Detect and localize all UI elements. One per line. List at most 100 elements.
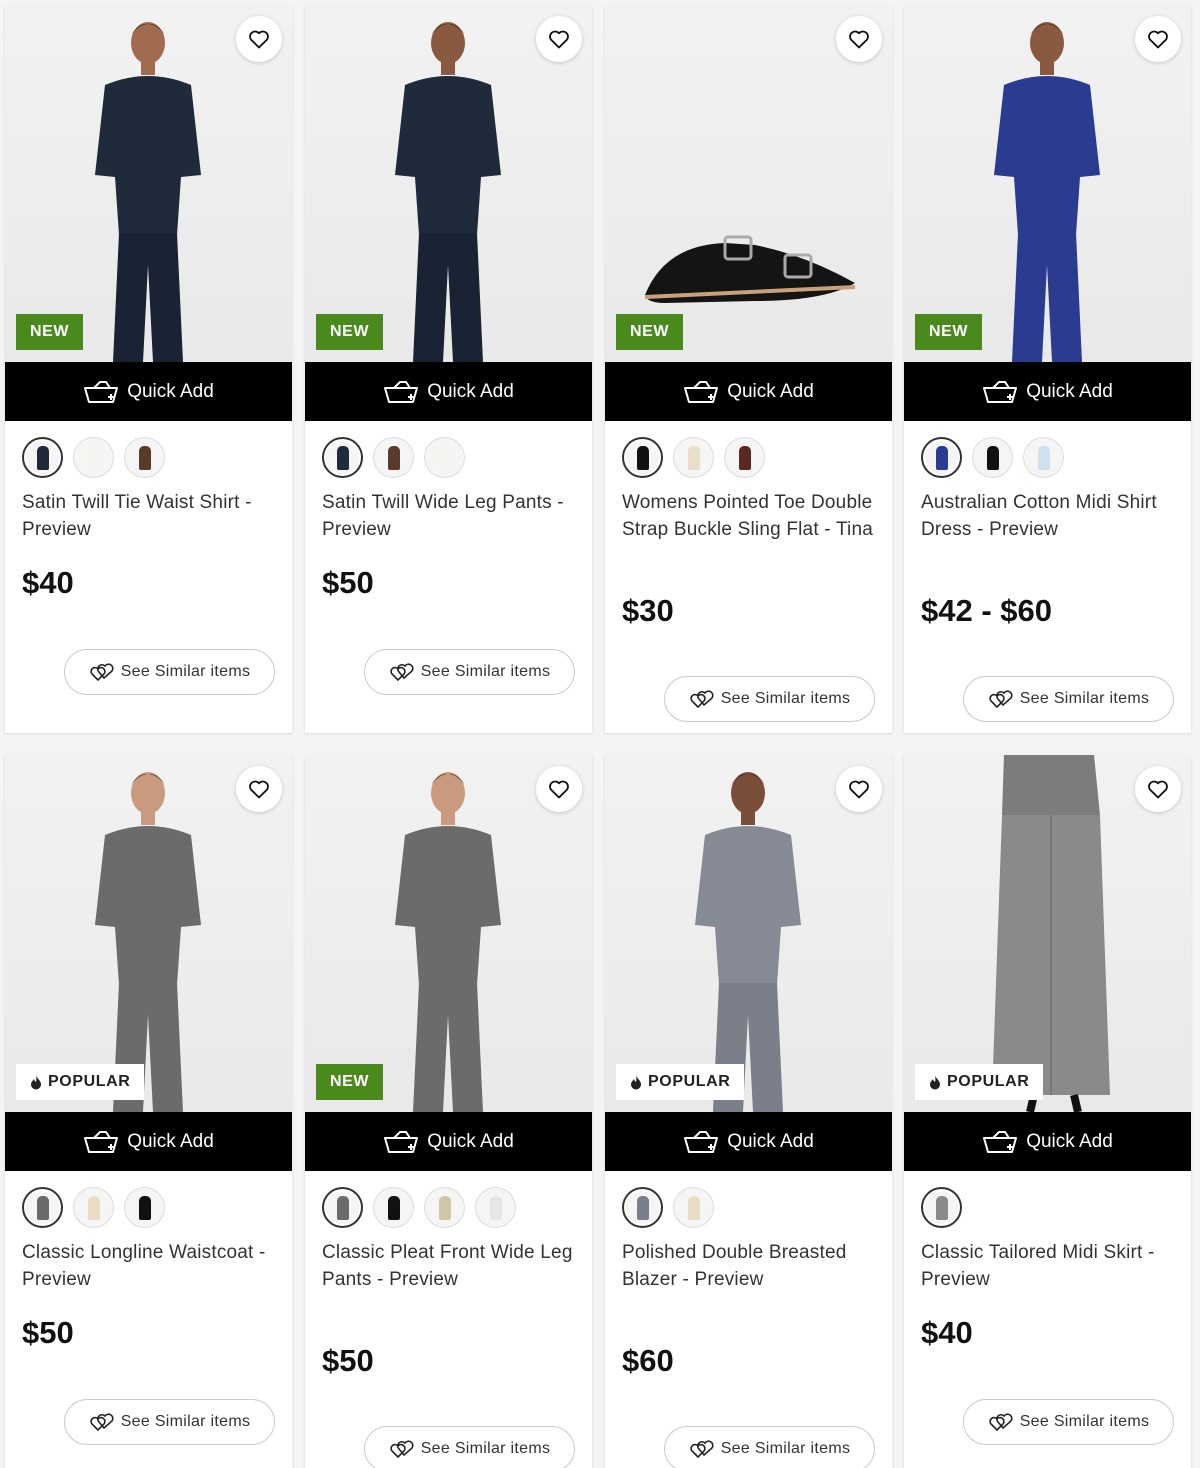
color-swatch[interactable]: [373, 437, 414, 478]
color-swatches: [622, 1187, 714, 1228]
badge-label: NEW: [630, 323, 670, 340]
product-badge: POPULAR: [616, 1064, 745, 1100]
badge-label: NEW: [330, 1073, 370, 1090]
product-badge: NEW: [316, 1064, 384, 1100]
product-name[interactable]: Classic Tailored Midi Skirt - Preview: [921, 1239, 1176, 1293]
see-similar-button[interactable]: See Similar items: [664, 676, 875, 722]
quick-add-button[interactable]: Quick Add: [605, 362, 892, 421]
product-badge: NEW: [316, 314, 384, 350]
color-swatch[interactable]: [22, 1187, 63, 1228]
product-card[interactable]: NEW Quick Add Australian Cotton Midi Shirt…: [904, 5, 1191, 733]
quick-add-label: Quick Add: [127, 380, 214, 402]
product-card[interactable]: POPULAR Quick Add Classic Tailored Midi Sk…: [904, 755, 1191, 1468]
color-swatch[interactable]: [673, 1187, 714, 1228]
heart-icon: [547, 777, 571, 801]
product-price: $50: [322, 565, 374, 600]
badge-label: NEW: [330, 323, 370, 340]
color-swatch[interactable]: [322, 437, 363, 478]
see-similar-button[interactable]: See Similar items: [963, 1399, 1174, 1445]
wishlist-button[interactable]: [836, 766, 882, 812]
color-swatch[interactable]: [124, 437, 165, 478]
heart-icon: [1146, 27, 1170, 51]
basket-icon: [982, 380, 1018, 404]
product-card[interactable]: NEW Quick Add Classic Pleat Front Wide Leg…: [305, 755, 592, 1468]
see-similar-button[interactable]: See Similar items: [64, 649, 275, 695]
see-similar-label: See Similar items: [120, 1413, 251, 1430]
color-swatches: [921, 437, 1064, 478]
basket-icon: [982, 1130, 1018, 1154]
color-swatch[interactable]: [424, 1187, 465, 1228]
flame-icon: [630, 1075, 642, 1090]
hearts-icon: [89, 661, 115, 683]
color-swatch[interactable]: [424, 437, 465, 478]
color-swatch[interactable]: [724, 437, 765, 478]
heart-icon: [247, 777, 271, 801]
wishlist-button[interactable]: [236, 766, 282, 812]
product-badge: POPULAR: [915, 1064, 1044, 1100]
product-card[interactable]: NEW Quick Add Satin Twill Wide Leg Pants -…: [305, 5, 592, 733]
quick-add-button[interactable]: Quick Add: [305, 1112, 592, 1171]
hearts-icon: [689, 688, 715, 710]
product-price: $40: [921, 1315, 973, 1350]
product-card[interactable]: POPULAR Quick Add Polished Double Breasted…: [605, 755, 892, 1468]
wishlist-button[interactable]: [536, 16, 582, 62]
color-swatches: [322, 1187, 516, 1228]
product-card[interactable]: NEW Quick Add Womens Pointed Toe Double St…: [605, 5, 892, 733]
see-similar-button[interactable]: See Similar items: [963, 676, 1174, 722]
color-swatch[interactable]: [673, 437, 714, 478]
color-swatch[interactable]: [921, 1187, 962, 1228]
color-swatch[interactable]: [1023, 437, 1064, 478]
product-badge: NEW: [16, 314, 84, 350]
product-name[interactable]: Classic Longline Waistcoat - Preview: [22, 1239, 277, 1293]
wishlist-button[interactable]: [236, 16, 282, 62]
basket-icon: [383, 380, 419, 404]
color-swatch[interactable]: [322, 1187, 363, 1228]
color-swatches: [22, 1187, 165, 1228]
wishlist-button[interactable]: [536, 766, 582, 812]
color-swatch[interactable]: [124, 1187, 165, 1228]
color-swatch[interactable]: [622, 1187, 663, 1228]
see-similar-button[interactable]: See Similar items: [64, 1399, 275, 1445]
quick-add-button[interactable]: Quick Add: [605, 1112, 892, 1171]
quick-add-button[interactable]: Quick Add: [5, 1112, 292, 1171]
product-name[interactable]: Classic Pleat Front Wide Leg Pants - Pre…: [322, 1239, 577, 1293]
product-name[interactable]: Australian Cotton Midi Shirt Dress - Pre…: [921, 489, 1176, 543]
color-swatch[interactable]: [22, 437, 63, 478]
color-swatch[interactable]: [73, 437, 114, 478]
badge-label: POPULAR: [48, 1073, 131, 1090]
badge-label: NEW: [929, 323, 969, 340]
basket-icon: [683, 380, 719, 404]
product-name[interactable]: Polished Double Breasted Blazer - Previe…: [622, 1239, 877, 1293]
color-swatch[interactable]: [921, 437, 962, 478]
color-swatch[interactable]: [73, 1187, 114, 1228]
see-similar-button[interactable]: See Similar items: [364, 1426, 575, 1468]
heart-icon: [547, 27, 571, 51]
product-grid: NEW Quick Add Satin Twill Tie Waist Shirt …: [0, 0, 1200, 1468]
color-swatches: [322, 437, 465, 478]
hearts-icon: [988, 688, 1014, 710]
product-price: $50: [22, 1315, 74, 1350]
quick-add-button[interactable]: Quick Add: [904, 1112, 1191, 1171]
see-similar-button[interactable]: See Similar items: [364, 649, 575, 695]
color-swatch[interactable]: [475, 1187, 516, 1228]
color-swatch[interactable]: [622, 437, 663, 478]
quick-add-button[interactable]: Quick Add: [5, 362, 292, 421]
see-similar-button[interactable]: See Similar items: [664, 1426, 875, 1468]
quick-add-button[interactable]: Quick Add: [904, 362, 1191, 421]
basket-icon: [383, 1130, 419, 1154]
wishlist-button[interactable]: [836, 16, 882, 62]
product-name[interactable]: Womens Pointed Toe Double Strap Buckle S…: [622, 489, 877, 543]
quick-add-button[interactable]: Quick Add: [305, 362, 592, 421]
wishlist-button[interactable]: [1135, 766, 1181, 812]
product-name[interactable]: Satin Twill Wide Leg Pants - Preview: [322, 489, 577, 543]
product-name[interactable]: Satin Twill Tie Waist Shirt - Preview: [22, 489, 277, 543]
color-swatches: [622, 437, 765, 478]
color-swatch[interactable]: [373, 1187, 414, 1228]
product-card[interactable]: POPULAR Quick Add Classic Longline Waistco…: [5, 755, 292, 1468]
wishlist-button[interactable]: [1135, 16, 1181, 62]
hearts-icon: [689, 1438, 715, 1460]
product-card[interactable]: NEW Quick Add Satin Twill Tie Waist Shirt …: [5, 5, 292, 733]
see-similar-label: See Similar items: [120, 663, 251, 680]
color-swatch[interactable]: [972, 437, 1013, 478]
hearts-icon: [988, 1411, 1014, 1433]
